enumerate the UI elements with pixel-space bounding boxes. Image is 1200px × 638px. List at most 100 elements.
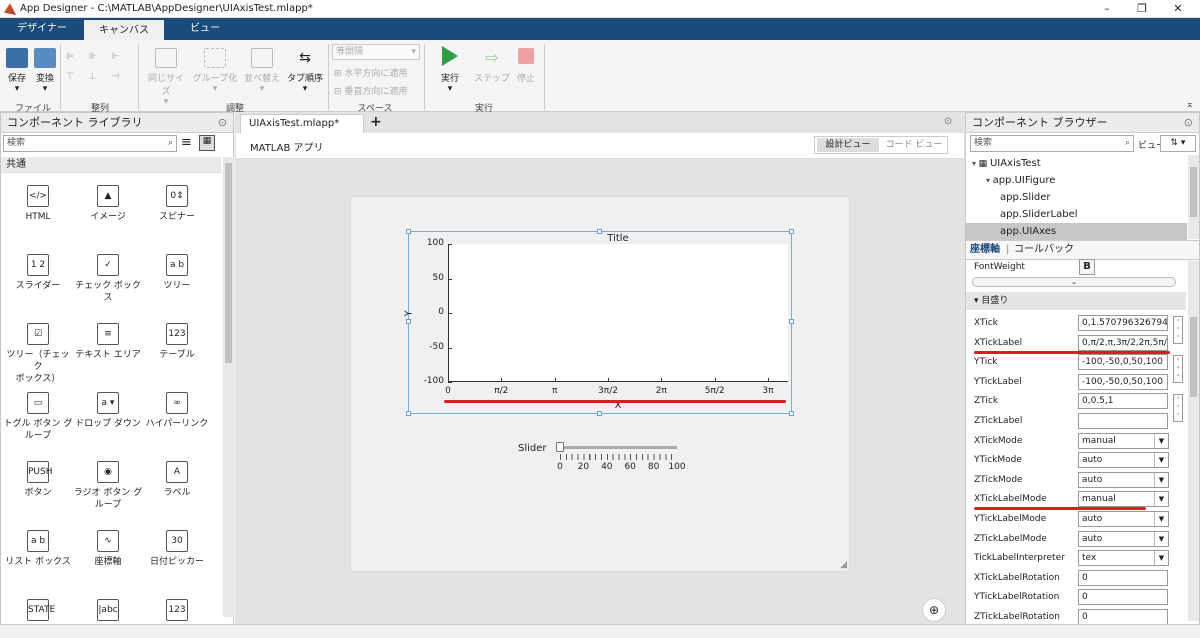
run-button[interactable]: 実行 ▾ <box>434 46 466 94</box>
resize-handle[interactable] <box>597 411 602 416</box>
component-axes[interactable]: ∿ 座標軸 <box>73 530 143 568</box>
tree-node[interactable]: app.Slider <box>966 189 1187 206</box>
resize-handle[interactable] <box>789 319 794 324</box>
component-checkbox[interactable]: ✓ チェック ボックス <box>73 254 143 304</box>
tab-designer[interactable]: デザイナー <box>10 18 74 40</box>
resize-handle[interactable] <box>406 319 411 324</box>
component-toggle-button-group[interactable]: ▭ トグル ボタン グ ループ <box>3 392 73 442</box>
close-icon[interactable]: ✕ <box>1168 2 1188 16</box>
reorder-button[interactable]: 並べ替え ▾ <box>242 48 282 94</box>
property-dropdown[interactable]: auto ▼ <box>1078 530 1169 547</box>
property-dropdown[interactable]: tex ▼ <box>1078 550 1169 567</box>
resize-grip-icon[interactable]: ◢ <box>840 560 847 570</box>
scrollbar-thumb[interactable] <box>1190 167 1197 217</box>
property-dropdown[interactable]: manual ▼ <box>1078 491 1169 508</box>
minimize-icon[interactable]: – <box>1097 2 1117 16</box>
tab-canvas[interactable]: キャンバス <box>84 18 164 40</box>
slider-track[interactable] <box>560 446 677 449</box>
browser-search-input[interactable]: 検索 ⌕ <box>970 135 1134 152</box>
ticks-section-header[interactable]: ▾ 目盛り <box>966 292 1186 310</box>
panel-options-icon[interactable]: ⊙ <box>1184 113 1193 133</box>
component-date-picker[interactable]: 30 日付ピッカー <box>142 530 212 568</box>
zoom-in-icon[interactable]: ⊕ <box>922 598 946 622</box>
component-hyperlink[interactable]: ∞ ハイパーリンク <box>142 392 212 430</box>
tree-node[interactable]: ▾ app.UIFigure <box>966 172 1187 189</box>
component-image[interactable]: ▲ イメージ <box>73 185 143 223</box>
component-text-area[interactable]: ≡ テキスト エリア <box>73 323 143 361</box>
panel-options-icon[interactable]: ⊙ <box>218 113 227 133</box>
group-button[interactable]: グループ化 ▾ <box>192 48 238 94</box>
code-view-button[interactable]: コード ビュー <box>883 138 945 152</box>
property-input[interactable] <box>1078 413 1168 429</box>
bold-toggle[interactable]: B <box>1079 259 1095 275</box>
component-spinner[interactable]: 0⇕ スピナー <box>142 185 212 223</box>
property-dropdown[interactable]: auto ▼ <box>1078 452 1169 469</box>
tab-axes-properties[interactable]: 座標軸 <box>970 241 1000 259</box>
component-tree[interactable]: a b ツリー <box>142 254 212 292</box>
same-size-button[interactable]: 同じサイズ ▾ <box>144 48 188 107</box>
design-view-button[interactable]: 設計ビュー <box>817 138 879 152</box>
spacing-select[interactable]: 等間隔 ▾ <box>332 44 420 60</box>
property-input[interactable]: -100,-50,0,50,100 <box>1078 354 1168 371</box>
property-input[interactable]: 0,π/2,π,3π/2,2π,5π/ <box>1078 334 1168 351</box>
library-search-input[interactable]: 検索 ⌕ <box>3 135 177 152</box>
resize-handle[interactable] <box>789 411 794 416</box>
collapse-ribbon-icon[interactable]: ⌅ <box>1186 100 1194 110</box>
component-listbox[interactable]: a b リスト ボックス <box>3 530 73 568</box>
convert-button[interactable]: 変換 ▾ <box>32 48 58 94</box>
property-dropdown[interactable]: manual ▼ <box>1078 432 1169 449</box>
canvas-options-icon[interactable]: ⊙ <box>944 116 952 127</box>
property-input[interactable]: 0,0.5,1 <box>1078 393 1168 410</box>
component-radio-group[interactable]: ◉ ラジオ ボタン グ ループ <box>73 461 143 511</box>
tab-order-button[interactable]: ⇆ タブ順序 ▾ <box>286 48 324 94</box>
plot-area[interactable] <box>448 244 788 382</box>
tree-node-label: app.UIAxes <box>1000 226 1057 237</box>
property-input[interactable]: 0 <box>1078 609 1168 625</box>
save-button[interactable]: 保存 ▾ <box>4 48 30 94</box>
align-buttons[interactable]: ⊫ ⊪ ⊩ ⊤ ⊥ ⊣ <box>66 52 136 82</box>
list-view-icon[interactable]: ≡ <box>181 135 192 150</box>
component-checkbox-tree[interactable]: ☑ ツリー（チェック ボックス） <box>3 323 73 385</box>
tree-node[interactable]: app.SliderLabel <box>966 206 1187 223</box>
apply-horizontal-button[interactable]: ⊞ 水平方向に適用 <box>334 66 407 79</box>
add-tab-icon[interactable]: + <box>370 114 382 130</box>
component-html[interactable]: </> HTML <box>3 185 73 223</box>
tree-node[interactable]: app.UIAxes <box>966 223 1187 240</box>
tree-scrollbar[interactable] <box>1188 155 1199 239</box>
tree-node[interactable]: ▾ ▦ UIAxisTest <box>966 155 1187 172</box>
component-slider[interactable]: 1 2 スライダー <box>3 254 73 292</box>
apply-vertical-button[interactable]: ⊟ 垂直方向に適用 <box>334 84 407 97</box>
maximize-icon[interactable]: ❐ <box>1132 2 1152 16</box>
view-mode-dropdown[interactable]: ⇅ ▾ <box>1160 135 1196 152</box>
resize-handle[interactable] <box>406 229 411 234</box>
stop-button[interactable]: 停止 <box>512 48 540 84</box>
tab-callbacks[interactable]: コールバック <box>1014 241 1074 259</box>
slider-thumb[interactable] <box>556 442 564 452</box>
component-button[interactable]: PUSH ボタン <box>3 461 73 499</box>
component-label: HTML <box>25 212 51 222</box>
document-tab[interactable]: UIAxisTest.mlapp* <box>240 114 364 133</box>
property-input[interactable]: 0 <box>1078 589 1168 606</box>
component-label: ボタン <box>24 488 52 498</box>
component-dropdown[interactable]: a ▾ ドロップ ダウン <box>73 392 143 430</box>
expand-more-button[interactable]: ⌄ <box>972 277 1176 287</box>
property-input[interactable]: 0 <box>1078 569 1168 586</box>
step-button[interactable]: ⇨ ステップ <box>474 48 510 84</box>
component-edit-field-text[interactable]: |abc <box>73 599 143 625</box>
library-scrollbar[interactable] <box>223 157 234 617</box>
resize-handle[interactable] <box>789 229 794 234</box>
property-input[interactable]: -100,-50,0,50,100 <box>1078 373 1168 390</box>
tab-view[interactable]: ビュー <box>170 18 240 40</box>
property-dropdown[interactable]: auto ▼ <box>1078 471 1169 488</box>
grid-view-icon[interactable]: ▦ <box>199 135 215 151</box>
scrollbar-thumb[interactable] <box>1190 317 1197 397</box>
property-input[interactable]: 0,1.5707963267948 <box>1078 315 1168 331</box>
resize-handle[interactable] <box>406 411 411 416</box>
component-label[interactable]: A ラベル <box>142 461 212 499</box>
property-dropdown[interactable]: auto ▼ <box>1078 511 1169 527</box>
scrollbar-thumb[interactable] <box>225 163 232 363</box>
properties-scrollbar[interactable] <box>1188 261 1199 621</box>
component-table[interactable]: 123 テーブル <box>142 323 212 361</box>
component-state-button[interactable]: STATE <box>3 599 73 625</box>
component-edit-field-numeric[interactable]: 123 <box>142 599 212 625</box>
